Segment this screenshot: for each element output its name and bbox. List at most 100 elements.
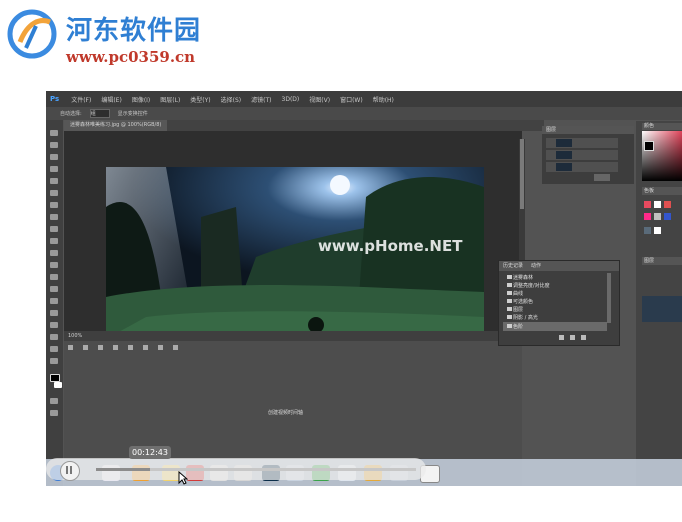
history-step-icon	[507, 299, 512, 303]
timeline-controls	[68, 345, 178, 350]
blur-tool-icon[interactable]	[50, 274, 58, 280]
new-document-icon[interactable]	[559, 335, 564, 340]
vertical-scrollbar-thumb[interactable]	[520, 139, 524, 209]
healing-tool-icon[interactable]	[50, 202, 58, 208]
settings-icon[interactable]	[143, 345, 148, 350]
marquee-tool-icon[interactable]	[50, 142, 58, 148]
color-panel-title: 颜色	[642, 123, 682, 130]
color-picker-field[interactable]	[642, 131, 682, 181]
current-time-tooltip: 00:12:43	[129, 446, 171, 459]
history-item[interactable]: 阴影 / 高光	[513, 314, 538, 321]
menu-filter[interactable]: 滤镜(T)	[251, 95, 271, 104]
snapshot-icon[interactable]	[570, 335, 575, 340]
move-tool-icon[interactable]	[50, 130, 58, 136]
layer-options-button[interactable]	[594, 174, 610, 181]
trash-icon[interactable]	[581, 335, 586, 340]
status-bar: 100%	[64, 331, 522, 341]
layer-row[interactable]	[546, 150, 618, 160]
menu-bar: Ps 文件(F) 编辑(E) 图像(I) 图层(L) 类型(Y) 选择(S) 滤…	[46, 91, 682, 107]
menu-window[interactable]: 窗口(W)	[340, 95, 363, 104]
menu-layer[interactable]: 图层(L)	[160, 95, 180, 104]
history-step-icon	[507, 315, 512, 319]
play-icon[interactable]	[98, 345, 103, 350]
menu-edit[interactable]: 编辑(E)	[101, 95, 121, 104]
first-frame-icon[interactable]	[68, 345, 73, 350]
layer-row[interactable]	[546, 138, 618, 148]
history-step-icon	[507, 275, 512, 279]
prev-frame-icon[interactable]	[83, 345, 88, 350]
menu-help[interactable]: 帮助(H)	[373, 95, 394, 104]
background-color-swatch[interactable]	[54, 382, 62, 388]
swatches-panel	[642, 199, 682, 243]
history-scrollbar[interactable]	[607, 273, 611, 323]
stamp-tool-icon[interactable]	[50, 226, 58, 232]
pause-icon	[66, 466, 72, 474]
options-bar: 自动选择: 组 显示变换控件	[46, 107, 682, 120]
swatch[interactable]	[644, 213, 651, 220]
progress-fill	[96, 468, 150, 471]
tab-actions[interactable]: 动作	[531, 262, 541, 269]
eyedropper-tool-icon[interactable]	[50, 190, 58, 196]
text-tool-icon[interactable]	[50, 310, 58, 316]
history-item[interactable]: 调整亮度/对比度	[513, 282, 550, 289]
menu-type[interactable]: 类型(Y)	[190, 95, 210, 104]
swatch[interactable]	[654, 201, 661, 208]
swatch[interactable]	[664, 213, 671, 220]
document-tab[interactable]: 迷雾森林唯美练习.jpg @ 100%(RGB/8)	[64, 120, 168, 131]
swatch[interactable]	[654, 227, 661, 234]
foreground-color-chip[interactable]	[644, 141, 654, 151]
menu-file[interactable]: 文件(F)	[71, 95, 91, 104]
layer-row[interactable]	[546, 162, 618, 172]
layers-panel: 图层	[542, 126, 634, 184]
side-layers-title: 图层	[642, 257, 682, 265]
menu-image[interactable]: 图像(I)	[132, 95, 150, 104]
tools-panel	[46, 120, 63, 486]
menu-3d[interactable]: 3D(D)	[282, 96, 300, 103]
brush-tool-icon[interactable]	[50, 214, 58, 220]
gradient-tool-icon[interactable]	[50, 262, 58, 268]
layers-panel-title: 图层	[542, 126, 634, 134]
history-item-selected[interactable]: 色阶	[513, 323, 523, 330]
swatch[interactable]	[664, 201, 671, 208]
auto-select-dropdown[interactable]: 组	[89, 109, 110, 118]
shape-tool-icon[interactable]	[50, 334, 58, 340]
history-item[interactable]: 迷雾森林	[513, 274, 533, 281]
cut-icon[interactable]	[158, 345, 163, 350]
swatch[interactable]	[654, 213, 661, 220]
document-tab-bar: 迷雾森林唯美练习.jpg @ 100%(RGB/8)	[64, 120, 544, 131]
foreground-color-swatch[interactable]	[50, 374, 60, 382]
zoom-tool-icon[interactable]	[50, 358, 58, 364]
auto-select-label: 自动选择:	[60, 111, 82, 117]
quick-select-tool-icon[interactable]	[50, 166, 58, 172]
side-layer-thumbnail[interactable]	[642, 296, 682, 322]
hand-tool-icon[interactable]	[50, 346, 58, 352]
screen-mode-icon[interactable]	[50, 410, 58, 416]
show-transform-checkbox[interactable]: 显示变换控件	[118, 110, 148, 117]
pen-tool-icon[interactable]	[50, 298, 58, 304]
swatch[interactable]	[644, 201, 651, 208]
history-item[interactable]: 曲线	[513, 290, 523, 297]
tab-history[interactable]: 历史记录	[503, 262, 523, 269]
dodge-tool-icon[interactable]	[50, 286, 58, 292]
eraser-tool-icon[interactable]	[50, 250, 58, 256]
site-logo-icon	[7, 9, 57, 59]
path-select-tool-icon[interactable]	[50, 322, 58, 328]
history-step-icon	[507, 283, 512, 287]
swatch[interactable]	[644, 227, 651, 234]
history-item[interactable]: 图层	[513, 306, 523, 313]
menu-view[interactable]: 视图(V)	[309, 95, 330, 104]
audio-icon[interactable]	[128, 345, 133, 350]
crop-tool-icon[interactable]	[50, 178, 58, 184]
history-step-icon	[507, 324, 512, 328]
history-item[interactable]: 可选颜色	[513, 298, 533, 305]
menu-select[interactable]: 选择(S)	[221, 95, 242, 104]
history-brush-tool-icon[interactable]	[50, 238, 58, 244]
photoshop-window: Ps 文件(F) 编辑(E) 图像(I) 图层(L) 类型(Y) 选择(S) 滤…	[46, 91, 682, 486]
history-step-icon	[507, 307, 512, 311]
quick-mask-icon[interactable]	[50, 398, 58, 404]
create-video-timeline-button[interactable]: 创建视频时间轴	[268, 409, 303, 416]
photoshop-logo-icon: Ps	[50, 95, 60, 103]
transition-icon[interactable]	[173, 345, 178, 350]
next-frame-icon[interactable]	[113, 345, 118, 350]
lasso-tool-icon[interactable]	[50, 154, 58, 160]
